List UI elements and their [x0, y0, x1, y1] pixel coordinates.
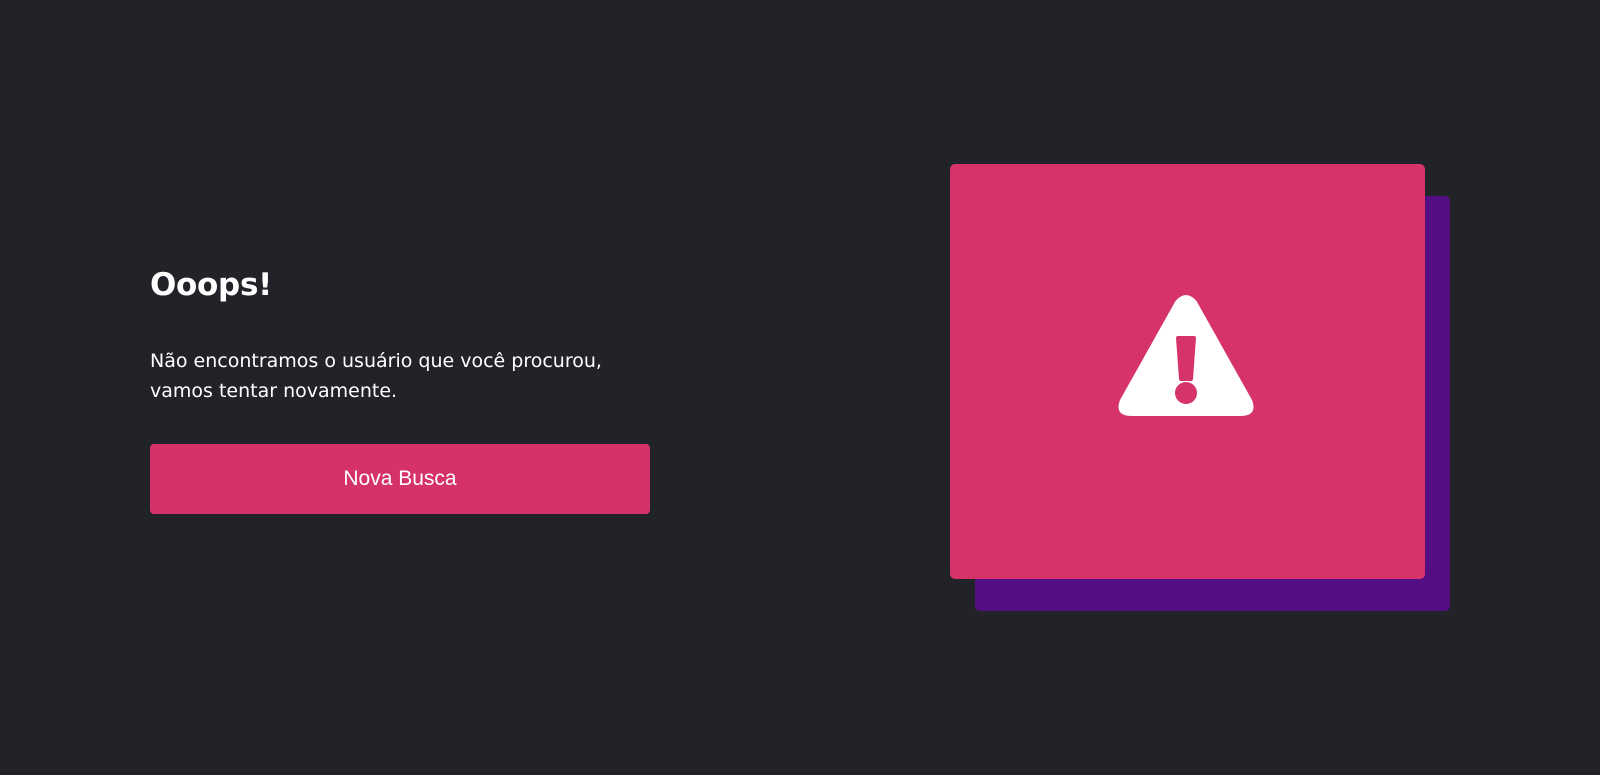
new-search-button[interactable]: Nova Busca [150, 444, 650, 514]
error-title: Ooops! [150, 267, 272, 303]
error-content: Ooops! Não encontramos o usuário que voc… [150, 266, 650, 514]
illustration-card [950, 164, 1425, 579]
warning-triangle-icon [1118, 295, 1254, 416]
error-message: Não encontramos o usuário que você procu… [150, 350, 602, 402]
error-page: Ooops! Não encontramos o usuário que voc… [0, 0, 1600, 775]
